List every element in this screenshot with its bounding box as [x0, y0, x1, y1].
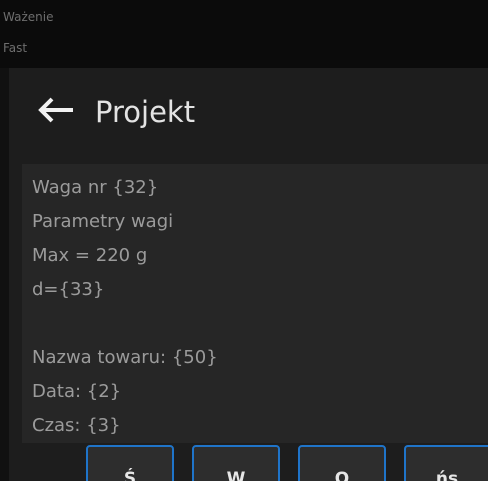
template-line: Max = 220 g — [32, 245, 148, 266]
template-line: Parametry wagi — [32, 211, 174, 232]
keyboard-key[interactable]: O — [298, 445, 386, 481]
template-line: Nazwa towaru: {50} — [32, 347, 218, 368]
key-label: O — [334, 469, 350, 481]
app-screen: Ważenie Fast Projekt Waga nr {32} Parame… — [0, 0, 491, 481]
template-line: Czas: {3} — [32, 415, 121, 436]
arrow-left-icon[interactable] — [37, 97, 77, 123]
key-label: ńs — [435, 469, 459, 481]
arrow-left-icon-graphic — [38, 97, 73, 123]
profile-label: Fast — [3, 41, 28, 55]
printout-template-editor[interactable]: Waga nr {32} Parametry wagi Max = 220 g … — [22, 164, 488, 443]
template-line: Waga nr {32} — [32, 177, 159, 198]
page-title: Projekt — [95, 95, 196, 129]
mode-label: Ważenie — [3, 10, 54, 24]
template-line: Data: {2} — [32, 381, 122, 402]
dialog-header: Projekt — [9, 68, 488, 164]
key-label: W — [226, 469, 246, 481]
keyboard-key[interactable]: W — [192, 445, 280, 481]
key-label: Ś — [123, 469, 137, 481]
status-bar: Ważenie Fast — [0, 0, 491, 68]
keyboard-key[interactable]: Ś — [86, 445, 174, 481]
template-line: d={33} — [32, 279, 105, 300]
keyboard-key[interactable]: ńs — [404, 445, 488, 481]
